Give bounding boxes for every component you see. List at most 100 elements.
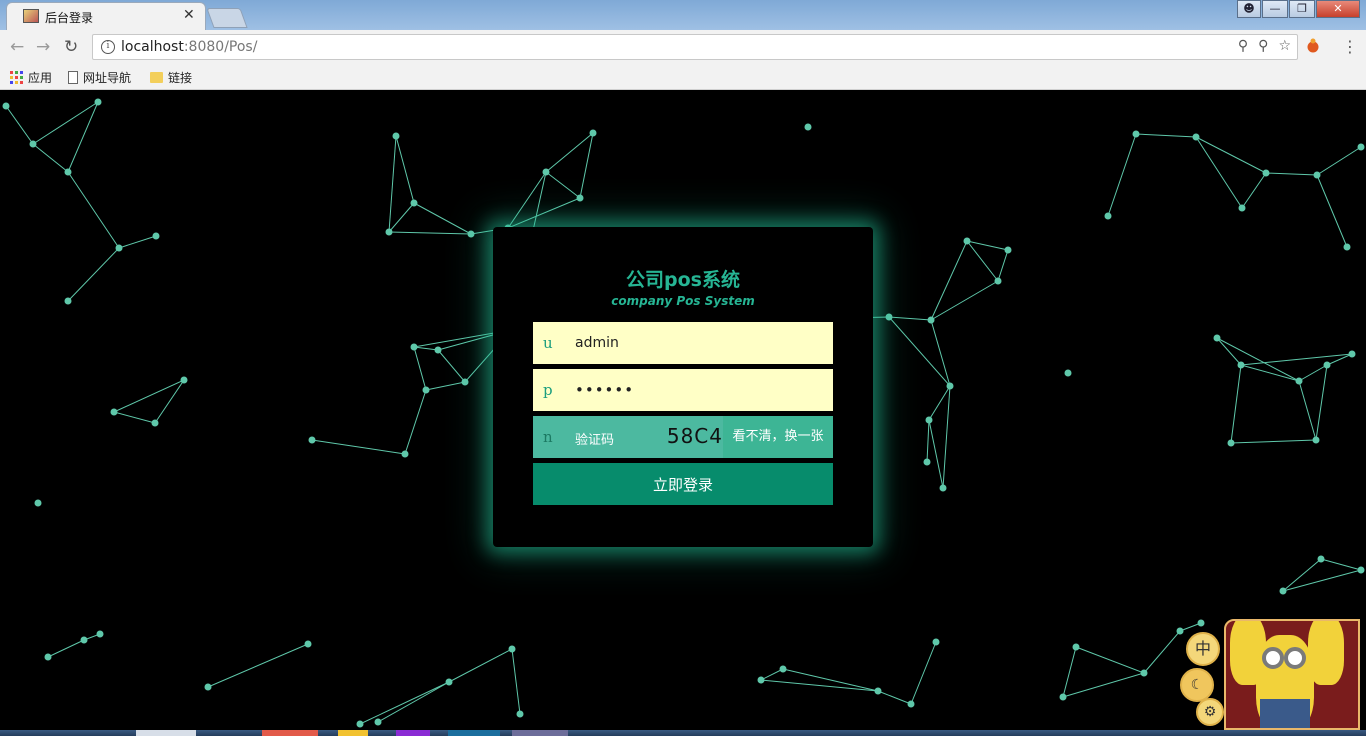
settings-gear-icon[interactable]: ⚙ (1196, 698, 1224, 726)
url-text[interactable]: localhost:8080/Pos/ (121, 39, 257, 55)
network-node (1238, 204, 1246, 212)
captcha-label[interactable]: 验证码 (575, 429, 614, 448)
network-node (308, 436, 316, 444)
user-icon: u (543, 334, 553, 352)
network-link (32, 143, 69, 173)
network-link (1062, 672, 1145, 698)
network-node (907, 700, 915, 708)
network-node (516, 710, 524, 718)
bookmark-apps[interactable]: 应用 (10, 69, 52, 86)
night-mode-button[interactable]: ☾ (1180, 668, 1214, 702)
browser-toolbar: ← → ↻ i localhost:8080/Pos/ ⚲ ⚲ ☆ ⋮ (0, 30, 1366, 64)
minimize-button[interactable]: — (1262, 0, 1288, 18)
overalls-shape (1260, 699, 1310, 728)
network-node (96, 630, 104, 638)
network-link (67, 247, 120, 302)
network-link (888, 316, 951, 387)
bookmark-star-icon[interactable]: ☆ (1278, 38, 1291, 54)
network-link (413, 202, 472, 235)
network-node (1192, 133, 1200, 141)
network-link (413, 346, 439, 351)
network-node (461, 378, 469, 386)
network-link (1107, 133, 1137, 217)
extension-icon[interactable] (1306, 37, 1320, 57)
bookmark-label: 应用 (28, 71, 53, 85)
reload-icon[interactable]: ↻ (64, 37, 78, 57)
browser-tab[interactable]: 后台登录 ✕ (6, 2, 206, 30)
network-link (1315, 364, 1328, 441)
network-node (1140, 669, 1148, 677)
network-link (1316, 146, 1362, 176)
network-link (113, 411, 156, 424)
close-window-button[interactable]: ✕ (1316, 0, 1360, 18)
minion-widget[interactable] (1224, 619, 1360, 730)
network-node (939, 484, 947, 492)
password-field[interactable]: p (533, 369, 833, 411)
network-link (311, 439, 406, 455)
login-button[interactable]: 立即登录 (533, 463, 833, 505)
forward-arrow-icon[interactable]: → (36, 37, 50, 57)
password-icon: p (543, 381, 553, 399)
network-node (401, 450, 409, 458)
network-node (1197, 619, 1205, 627)
network-link (1195, 136, 1267, 174)
zoom-icon[interactable]: ⚲ (1238, 38, 1248, 54)
network-link (1316, 174, 1348, 248)
network-link (1143, 630, 1181, 674)
network-node (1317, 555, 1325, 563)
tab-close-icon[interactable]: ✕ (183, 7, 195, 23)
network-node (1059, 693, 1067, 701)
network-link (377, 681, 450, 723)
network-link (1240, 364, 1300, 382)
network-node (151, 419, 159, 427)
network-node (963, 237, 971, 245)
username-input[interactable] (575, 322, 825, 364)
network-link (404, 389, 427, 455)
captcha-code: 58C4 (666, 424, 723, 448)
refresh-captcha-button[interactable]: 看不清，换一张 (723, 416, 833, 458)
pin-icon[interactable]: ⚲ (1258, 38, 1268, 54)
bookmarks-bar: 应用 网址导航 链接 (0, 64, 1366, 90)
network-node (34, 499, 42, 507)
tab-favicon-icon (23, 9, 39, 23)
network-node (445, 678, 453, 686)
network-node (410, 199, 418, 207)
network-node (115, 244, 123, 252)
network-link (930, 280, 999, 321)
taskbar-item[interactable] (338, 730, 368, 736)
taskbar-item[interactable] (262, 730, 318, 736)
network-node (356, 720, 364, 728)
user-profile-icon[interactable]: ☻ (1237, 0, 1261, 18)
new-tab-button[interactable] (206, 8, 248, 28)
network-link (67, 101, 99, 173)
bookmark-links[interactable]: 链接 (150, 69, 192, 86)
network-node (757, 676, 765, 684)
back-arrow-icon[interactable]: ← (10, 37, 24, 57)
captcha-field[interactable]: n 验证码 58C4 看不清，换一张 (533, 416, 833, 458)
apps-grid-icon (10, 71, 23, 84)
username-field[interactable]: u (533, 322, 833, 364)
taskbar-item[interactable] (396, 730, 430, 736)
address-bar[interactable]: i localhost:8080/Pos/ ⚲ ⚲ ☆ (92, 34, 1298, 60)
login-page: 公司pos系统 company Pos System u p n 验证码 58C… (0, 90, 1366, 730)
network-node (1323, 361, 1331, 369)
network-link (388, 231, 472, 235)
network-link (425, 381, 466, 391)
taskbar-item[interactable] (136, 730, 196, 736)
taskbar-item[interactable] (448, 730, 500, 736)
password-input[interactable] (575, 369, 825, 411)
taskbar-item[interactable] (512, 730, 568, 736)
network-node (180, 376, 188, 384)
network-node (94, 98, 102, 106)
bookmark-nav[interactable]: 网址导航 (68, 69, 131, 86)
network-node (779, 665, 787, 673)
network-link (1195, 136, 1243, 209)
network-node (422, 386, 430, 394)
network-node (1004, 246, 1012, 254)
network-link (437, 349, 466, 383)
info-icon[interactable]: i (101, 40, 115, 54)
network-node (542, 168, 550, 176)
language-toggle-button[interactable]: 中 (1186, 632, 1220, 666)
maximize-button[interactable]: ❐ (1289, 0, 1315, 18)
browser-menu-icon[interactable]: ⋮ (1342, 37, 1358, 56)
